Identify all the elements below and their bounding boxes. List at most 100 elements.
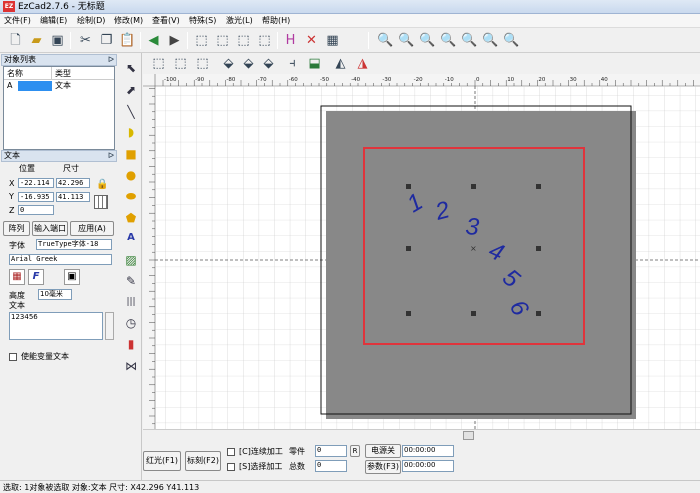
font-options-icon[interactable]: ▦ <box>9 269 25 285</box>
zoom-all-icon[interactable]: 🔍 <box>439 31 458 50</box>
continuous-checkbox[interactable] <box>227 448 235 456</box>
total-field[interactable]: 0 <box>315 460 347 472</box>
paste-icon[interactable]: 📋 <box>118 31 137 50</box>
zoom-page-icon[interactable]: 🔍 <box>481 31 500 50</box>
object-list[interactable]: 名称 类型 A 文本 <box>3 66 115 150</box>
scrollbar-thumb[interactable] <box>463 431 474 440</box>
tools-icon[interactable]: ✕ <box>302 31 321 50</box>
align-grid2-icon[interactable]: ⬚ <box>171 54 190 73</box>
zoom-icon[interactable]: 🔍 <box>376 31 395 50</box>
mirror-horizontal-icon[interactable]: ◭ <box>331 54 350 73</box>
save-icon[interactable]: ▣ <box>48 31 67 50</box>
font-select-icon[interactable]: F <box>28 269 44 285</box>
zoom-select-icon[interactable]: 🔍 <box>460 31 479 50</box>
extend-axis-icon[interactable]: ⋈ <box>122 357 140 375</box>
ellipse-icon[interactable]: ⬬ <box>122 187 140 205</box>
hatch-icon[interactable]: H <box>281 31 300 50</box>
polygon-icon[interactable]: ⬟ <box>122 209 140 227</box>
menu-laser[interactable]: 激光(L) <box>226 15 253 27</box>
node-edit-icon[interactable]: ⬚ <box>192 31 211 50</box>
node-select-icon[interactable]: ⬚ <box>213 31 232 50</box>
align-grid-icon[interactable]: ⬚ <box>149 54 168 73</box>
text-content-field[interactable]: 123456 <box>9 312 103 340</box>
menu-help[interactable]: 帮助(H) <box>262 15 290 27</box>
align-left-icon[interactable]: ⫞ <box>283 54 302 73</box>
power-button[interactable]: 电源关 <box>365 444 401 458</box>
barcode-icon[interactable]: ||| <box>122 293 140 311</box>
x-position-field[interactable]: -22.114 <box>18 178 54 188</box>
input-port-button[interactable]: 输入端口 <box>32 221 68 236</box>
zoom-in-icon[interactable]: 🔍 <box>397 31 416 50</box>
line-icon[interactable]: ╲ <box>122 103 140 121</box>
curve-icon[interactable]: ◗ <box>122 123 140 141</box>
align-grid3-icon[interactable]: ⬚ <box>193 54 212 73</box>
lock-icon[interactable]: 🔒 <box>96 179 108 190</box>
text-tool-icon[interactable]: A <box>122 229 140 247</box>
select-mark-label: [S]选择加工 <box>239 462 283 471</box>
array-button[interactable]: 阵列 <box>3 221 30 236</box>
parts-field[interactable]: 0 <box>315 445 347 457</box>
horizontal-scrollbar[interactable] <box>143 429 700 441</box>
node-arrow-icon[interactable]: ⬈ <box>122 81 140 99</box>
reset-count-button[interactable]: R <box>350 445 360 457</box>
pin-icon[interactable]: ᐅ <box>108 55 114 65</box>
ruler-label: -80 <box>226 77 235 83</box>
params-button[interactable]: 参数(F3) <box>365 460 401 474</box>
menu-draw[interactable]: 绘制(D) <box>77 15 105 27</box>
ruler-label: -30 <box>382 77 391 83</box>
svg-text:×: × <box>470 244 477 253</box>
variable-text-checkbox[interactable] <box>9 353 17 361</box>
width-field[interactable]: 42.296 <box>56 178 90 188</box>
vector-file-icon[interactable]: ✎ <box>122 272 140 290</box>
timer-icon[interactable]: ◷ <box>122 314 140 332</box>
pin-icon[interactable]: ᐅ <box>108 151 114 161</box>
redo-icon[interactable]: ▶ <box>165 31 184 50</box>
menu-file[interactable]: 文件(F) <box>4 15 31 27</box>
y-position-field[interactable]: -16.935 <box>18 192 54 202</box>
font-type-select[interactable]: TrueType字体-18 <box>36 239 112 250</box>
new-file-icon[interactable]: 🗋 <box>6 31 25 50</box>
node-add-icon[interactable]: ⬚ <box>234 31 253 50</box>
y-label: Y <box>9 192 14 201</box>
design-canvas[interactable]: -100 -90 -80 -70 -60 -50 -40 -30 -20 -10 0 10 20 30 40… <box>143 74 700 429</box>
undo-icon[interactable]: ◀ <box>144 31 163 50</box>
rectangle-icon[interactable]: ■ <box>122 145 140 163</box>
zoom-fit-icon[interactable]: 🔍 <box>502 31 521 50</box>
mark-button[interactable]: 标刻(F2) <box>185 451 221 471</box>
menu-edit[interactable]: 编辑(E) <box>40 15 67 27</box>
height-field[interactable]: 10毫米 <box>38 289 72 300</box>
canvas-area[interactable]: -100 -90 -80 -70 -60 -50 -40 -30 -20 -10 0 10 20 30 40… <box>143 74 700 429</box>
height-field[interactable]: 41.113 <box>56 192 90 202</box>
menu-modify[interactable]: 修改(M) <box>114 15 143 27</box>
zoom-out-icon[interactable]: 🔍 <box>418 31 437 50</box>
open-folder-icon[interactable]: ▰ <box>27 31 46 50</box>
circle-icon[interactable]: ● <box>122 166 140 184</box>
unlock-object-icon[interactable]: ⬙ <box>239 54 258 73</box>
unlock-all-icon[interactable]: ⬙ <box>259 54 278 73</box>
toolbar-separator <box>368 32 369 49</box>
toolbar-separator <box>277 32 278 49</box>
text-panel-title: 文本 <box>4 151 20 160</box>
save-font-icon[interactable]: ▣ <box>64 269 80 285</box>
node-delete-icon[interactable]: ⬚ <box>255 31 274 50</box>
grid-position-icon[interactable] <box>94 195 108 209</box>
select-mark-checkbox[interactable] <box>227 463 235 471</box>
mirror-vertical-icon[interactable]: ◮ <box>353 54 372 73</box>
position-label: 位置 <box>19 164 35 173</box>
cut-icon[interactable]: ✂ <box>76 31 95 50</box>
color-marker-icon[interactable]: ⬓ <box>305 54 324 73</box>
lock-object-icon[interactable]: ⬙ <box>219 54 238 73</box>
calculator-icon[interactable]: ▦ <box>323 31 342 50</box>
red-light-button[interactable]: 红光(F1) <box>143 451 181 471</box>
copy-icon[interactable]: ❐ <box>97 31 116 50</box>
window-title: EzCad2.7.6 - 无标题 <box>18 2 105 12</box>
select-arrow-icon[interactable]: ⬉ <box>122 59 140 77</box>
input-io-icon[interactable]: ▮ <box>122 335 140 353</box>
menu-view[interactable]: 查看(V) <box>152 15 180 27</box>
menu-special[interactable]: 特殊(S) <box>189 15 216 27</box>
apply-button[interactable]: 应用(A) <box>70 221 114 236</box>
z-position-field[interactable]: 0 <box>18 205 54 215</box>
bitmap-icon[interactable]: ▨ <box>122 251 140 269</box>
font-name-select[interactable]: Arial Greek <box>9 254 112 265</box>
text-scrollbar[interactable] <box>105 312 114 340</box>
